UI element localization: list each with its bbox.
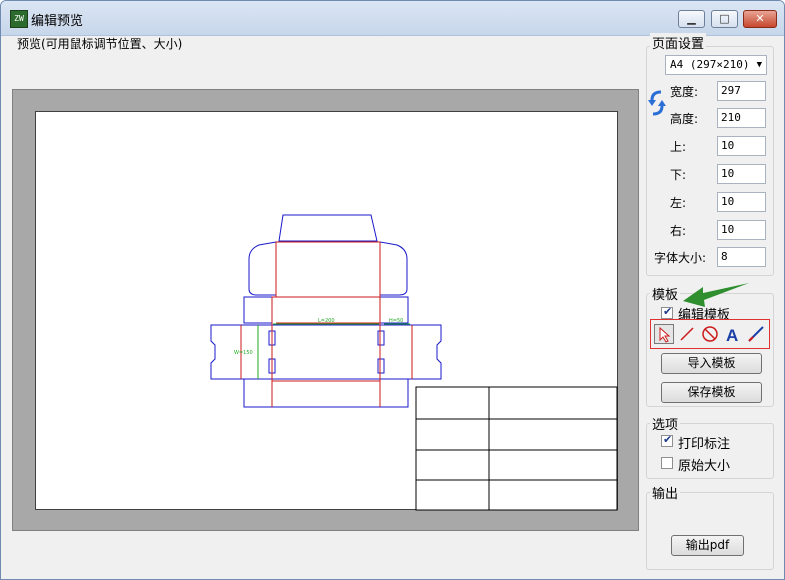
height-label: 高度: xyxy=(670,112,699,126)
right-margin-field[interactable]: 10 xyxy=(717,220,766,240)
width-field[interactable]: 297 xyxy=(717,81,766,101)
dim-height-label: H=50 xyxy=(389,318,403,324)
template-toolbar: A xyxy=(650,319,770,349)
right-margin-label: 右: xyxy=(670,224,687,238)
template-title: 模板 xyxy=(650,284,681,303)
chevron-down-icon: ▼ xyxy=(756,60,762,70)
bottom-margin-label: 下: xyxy=(670,168,687,182)
font-size-label: 字体大小: xyxy=(654,251,707,265)
top-margin-label: 上: xyxy=(670,140,687,154)
pen-icon[interactable] xyxy=(746,324,766,344)
options-title: 选项 xyxy=(650,414,681,433)
import-template-button[interactable]: 导入模板 xyxy=(661,353,762,374)
page-setup-title: 页面设置 xyxy=(650,33,707,52)
dieline-outline xyxy=(210,214,442,408)
check-icon: ✔ xyxy=(663,305,673,318)
paper-size-value: A4 (297×210) xyxy=(670,58,750,71)
check-icon: ✔ xyxy=(663,433,673,446)
svg-text:A: A xyxy=(726,326,738,344)
left-margin-field[interactable]: 10 xyxy=(717,192,766,212)
output-title: 输出 xyxy=(650,483,681,502)
no-entry-icon[interactable] xyxy=(700,324,720,344)
print-annotation-checkbox[interactable]: ✔ xyxy=(661,433,673,447)
edit-preview-window: ZW 编辑预览 ▁ □ ✕ 预览(可用鼠标调节位置、大小) L=200 W=15… xyxy=(0,0,785,580)
font-size-field[interactable]: 8 xyxy=(717,247,766,267)
save-template-button[interactable]: 保存模板 xyxy=(661,382,762,403)
top-margin-field[interactable]: 10 xyxy=(717,136,766,156)
select-arrow-icon[interactable] xyxy=(654,324,674,344)
text-icon[interactable]: A xyxy=(723,324,743,345)
print-annotation-label: 打印标注 xyxy=(678,437,731,452)
output-group xyxy=(646,492,774,570)
original-size-label: 原始大小 xyxy=(678,459,731,474)
green-arrow-annotation-icon xyxy=(683,283,749,307)
width-label: 宽度: xyxy=(670,85,699,99)
edit-template-checkbox[interactable]: ✔ xyxy=(661,305,673,319)
line-icon[interactable] xyxy=(677,324,697,344)
title-block-table[interactable] xyxy=(415,386,618,511)
height-field[interactable]: 210 xyxy=(717,108,766,128)
export-pdf-button[interactable]: 输出pdf xyxy=(671,535,744,556)
dimension-lines xyxy=(257,323,410,379)
original-size-checkbox[interactable] xyxy=(661,457,673,469)
left-margin-label: 左: xyxy=(670,196,687,210)
swap-orientation-icon[interactable] xyxy=(648,88,666,118)
dim-width-label: W=150 xyxy=(234,350,253,356)
bottom-margin-field[interactable]: 10 xyxy=(717,164,766,184)
dim-length-label: L=200 xyxy=(318,318,335,324)
paper-size-select[interactable]: A4 (297×210) ▼ xyxy=(665,55,767,75)
